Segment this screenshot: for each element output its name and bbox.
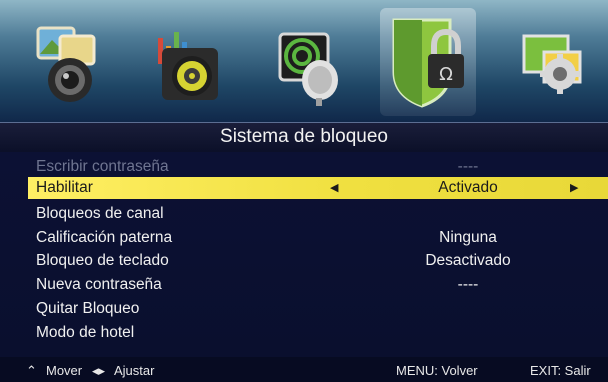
menu-item-label: Quitar Bloqueo — [36, 300, 140, 317]
left-arrow-icon[interactable]: ◀ — [330, 177, 338, 199]
menu-item-label: Bloqueos de canal — [36, 205, 164, 222]
menu-item-label: Calificación paterna — [36, 229, 173, 246]
menu-item-value: Desactivado — [425, 252, 511, 269]
move-icon: ⌃ — [26, 363, 37, 378]
adjust-icon: ◂▸ — [92, 363, 106, 378]
menu-item-keypad-lock[interactable]: Bloqueo de teclado Desactivado — [28, 250, 608, 272]
menu-item-value: ---- — [457, 158, 479, 175]
menu-item-label: Bloqueo de teclado — [36, 252, 169, 269]
page-title: Sistema de bloqueo — [220, 126, 388, 147]
exit-hint: EXIT: Salir — [530, 363, 591, 378]
settings-gear-icon[interactable] — [510, 18, 588, 110]
menu-item-hotel-mode[interactable]: Modo de hotel — [28, 322, 608, 344]
category-icon-bar: Ω — [0, 0, 608, 122]
menu-item-value: Activado — [438, 179, 498, 196]
menu-item-label: Habilitar — [36, 179, 93, 196]
menu-item-enable[interactable]: Habilitar ◀ Activado ▶ — [28, 177, 608, 199]
channel-satellite-icon[interactable] — [270, 18, 348, 110]
menu-item-value: ---- — [457, 276, 479, 293]
menu-item-channel-locks[interactable]: Bloqueos de canal — [28, 203, 608, 225]
title-bar: Sistema de bloqueo — [0, 122, 608, 153]
lock-menu: Escribir contraseña ---- Habilitar ◀ Act… — [0, 152, 608, 357]
menu-item-label: Nueva contraseña — [36, 276, 162, 293]
menu-item-label: Modo de hotel — [36, 324, 135, 341]
lock-shield-icon[interactable]: Ω — [380, 8, 476, 116]
menu-item-new-password[interactable]: Nueva contraseña ---- — [28, 274, 608, 296]
move-hint: Mover — [46, 363, 83, 378]
menu-item-value: Ninguna — [439, 229, 497, 246]
menu-back-hint: MENU: Volver — [396, 363, 478, 378]
picture-camera-icon[interactable] — [30, 18, 108, 110]
adjust-hint: Ajustar — [114, 363, 155, 378]
sound-speaker-icon[interactable] — [148, 18, 226, 110]
right-arrow-icon[interactable]: ▶ — [570, 177, 578, 199]
footer-hints: ⌃ Mover ◂▸ Ajustar MENU: Volver EXIT: Sa… — [0, 357, 608, 382]
menu-item-label: Escribir contraseña — [36, 158, 169, 175]
menu-item-parental-rating[interactable]: Calificación paterna Ninguna — [28, 227, 608, 249]
svg-text:Ω: Ω — [439, 64, 453, 85]
menu-item-enter-password[interactable]: Escribir contraseña ---- — [28, 156, 608, 178]
menu-item-remove-lock[interactable]: Quitar Bloqueo — [28, 298, 608, 320]
